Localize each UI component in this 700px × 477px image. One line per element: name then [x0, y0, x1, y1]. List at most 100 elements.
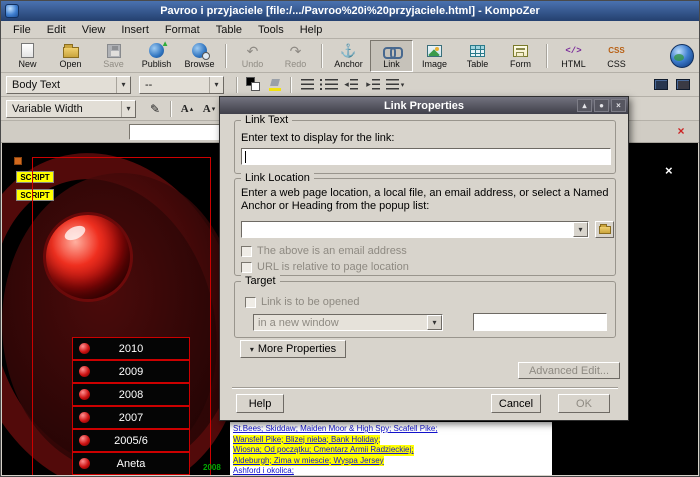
advanced-edit-button[interactable]: Advanced Edit... — [518, 362, 620, 379]
publish-button[interactable]: Publish — [135, 40, 178, 72]
page-link[interactable]: Ashford i okolica; — [233, 466, 294, 475]
undo-button[interactable]: ↶ Undo — [231, 40, 274, 72]
browse-icon — [192, 43, 207, 59]
paragraph-format-select[interactable]: Body Text ▾ — [6, 76, 131, 94]
document-tab[interactable] — [129, 124, 233, 140]
link-text-input[interactable] — [241, 148, 611, 165]
advanced-edit-label: Advanced Edit... — [529, 365, 609, 377]
highlight-color-button[interactable] — [264, 75, 286, 94]
app-icon — [5, 4, 19, 18]
font-size-increase-button[interactable]: A ▴ — [176, 99, 198, 118]
open-folder-icon — [63, 43, 79, 59]
redo-button[interactable]: ↷ Redo — [274, 40, 317, 72]
page-link[interactable]: St.Bees; Skiddaw; Maiden Moor & High Spy… — [233, 424, 438, 435]
help-button[interactable]: Help — [236, 394, 284, 413]
choose-file-button[interactable] — [595, 221, 614, 238]
shade-button[interactable]: ▴ — [577, 99, 592, 112]
target-name-input[interactable] — [473, 313, 607, 331]
close-button[interactable]: × — [611, 99, 626, 112]
folder-icon — [599, 226, 611, 234]
link-location-combobox[interactable]: ▾ — [241, 221, 589, 238]
font-family-select[interactable]: Variable Width ▾ — [6, 100, 136, 118]
menu-help[interactable]: Help — [292, 22, 331, 38]
pen-icon: ✎ — [150, 102, 160, 116]
link-open-checkbox-label: Link is to be opened — [261, 296, 359, 308]
link-text-group: Link Text Enter text to display for the … — [234, 120, 616, 174]
anchor-label: Anchor — [334, 60, 363, 69]
link-open-checkbox[interactable]: Link is to be opened — [245, 296, 359, 308]
ok-button[interactable]: OK — [558, 394, 610, 413]
image-button[interactable]: Image — [413, 40, 456, 72]
menu-edit[interactable]: Edit — [39, 22, 74, 38]
more-properties-button[interactable]: ▾ More Properties — [240, 340, 346, 358]
target-window-select: in a new window ▾ — [253, 314, 443, 331]
link-text-legend: Link Text — [241, 114, 292, 126]
menu-view[interactable]: View — [74, 22, 114, 38]
format-toolbar: Body Text ▾ -- ▾ ◂ ▸ ▾ — [1, 73, 699, 97]
year-link[interactable]: Aneta — [72, 452, 190, 475]
menu-file[interactable]: File — [5, 22, 39, 38]
page-link[interactable]: Aldeburgh; Zima w miescie; Wyspa Jersey — [233, 456, 384, 467]
toolbar-separator — [290, 77, 292, 93]
link-properties-dialog: Link Properties ▴ ● × Link Text Enter te… — [219, 96, 629, 421]
cancel-button[interactable]: Cancel — [491, 394, 541, 413]
year-link[interactable]: 2007 — [72, 406, 190, 429]
menu-tools[interactable]: Tools — [250, 22, 292, 38]
year-link[interactable]: 2010 — [72, 337, 190, 360]
table-button[interactable]: Table — [456, 40, 499, 72]
dialog-titlebar[interactable]: Link Properties ▴ ● × — [220, 97, 628, 114]
font-size-decrease-button[interactable]: A ▾ — [198, 99, 220, 118]
kompozer-globe-icon[interactable] — [670, 44, 694, 68]
chevron-up-icon: ▴ — [190, 105, 194, 113]
publish-label: Publish — [142, 60, 172, 69]
text-color-icon — [246, 77, 261, 92]
table-border-line — [32, 157, 211, 158]
css-button[interactable]: CSS CSS — [595, 40, 638, 72]
bullet-list-button[interactable] — [318, 75, 340, 94]
email-address-checkbox[interactable]: The above is an email address — [241, 245, 407, 257]
page-link[interactable]: Wansfell Pike; Blizej nieba; Bank Holida… — [233, 435, 380, 446]
toolbar-separator — [546, 44, 548, 68]
toolbar-separator — [225, 44, 227, 68]
table-label: Table — [467, 60, 489, 69]
numbered-list-button[interactable] — [296, 75, 318, 94]
window-titlebar[interactable]: Pavroo i przyjaciele [file:/.../Pavroo%2… — [1, 1, 699, 21]
browse-button[interactable]: Browse — [178, 40, 221, 72]
link-location-label: Enter a web page location, a local file,… — [241, 187, 613, 213]
year-link[interactable]: 2005/6 — [72, 429, 190, 452]
close-tab-button[interactable]: × — [673, 123, 689, 139]
target-window-value: in a new window — [254, 315, 427, 330]
script-badge: SCRIPT — [16, 171, 54, 183]
menu-format[interactable]: Format — [157, 22, 208, 38]
save-label: Save — [103, 60, 124, 69]
chevron-down-icon[interactable]: ▾ — [573, 222, 588, 237]
menu-insert[interactable]: Insert — [113, 22, 157, 38]
anchor-button[interactable]: ⚓ Anchor — [327, 40, 370, 72]
more-properties-label: More Properties — [258, 343, 336, 355]
preview-mode-button[interactable] — [650, 75, 672, 94]
url-relative-checkbox-label: URL is relative to page location — [257, 261, 409, 273]
numbered-list-icon — [301, 79, 314, 90]
indent-button[interactable]: ▸ — [362, 75, 384, 94]
bullet-icon — [79, 435, 90, 446]
letter-a-icon: A — [203, 103, 211, 115]
url-relative-checkbox[interactable]: URL is relative to page location — [241, 261, 409, 273]
page-link[interactable]: Wiosna; Od początku; Cmentarz Armii Radz… — [233, 445, 414, 456]
new-button[interactable]: New — [6, 40, 49, 72]
open-button[interactable]: Open — [49, 40, 92, 72]
text-color-button[interactable] — [242, 75, 264, 94]
css-class-select[interactable]: -- ▾ — [139, 76, 224, 94]
link-location-value — [242, 222, 573, 237]
menu-table[interactable]: Table — [208, 22, 250, 38]
html-source-button[interactable]: </> HTML — [552, 40, 595, 72]
outdent-button[interactable]: ◂ — [340, 75, 362, 94]
style-pen-button[interactable]: ✎ — [144, 99, 166, 118]
maximize-button[interactable]: ● — [594, 99, 609, 112]
form-button[interactable]: Form — [499, 40, 542, 72]
save-button[interactable]: Save — [92, 40, 135, 72]
alignment-button[interactable]: ▾ — [384, 75, 406, 94]
year-link[interactable]: 2009 — [72, 360, 190, 383]
link-button[interactable]: Link — [370, 40, 413, 72]
extra-tool-button[interactable] — [672, 75, 694, 94]
year-link[interactable]: 2008 — [72, 383, 190, 406]
